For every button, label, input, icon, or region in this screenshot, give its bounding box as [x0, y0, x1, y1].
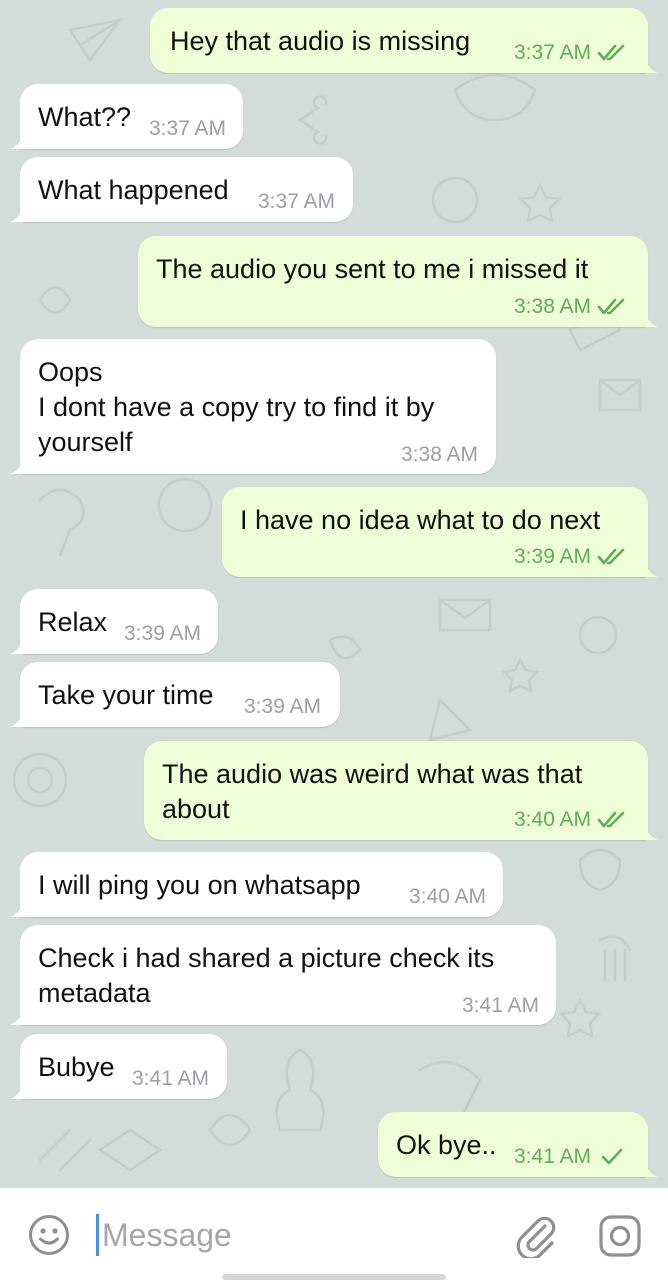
message-meta: 3:39 AM [124, 622, 201, 646]
text-cursor [96, 1214, 99, 1256]
message-text: Relax [38, 607, 108, 637]
message-time: 3:40 AM [514, 808, 592, 831]
incoming-message-bubble[interactable]: What happened 3:37 AM [10, 157, 353, 222]
bubble-tail [10, 638, 24, 654]
message-meta: 3:38 AM [401, 443, 478, 467]
message-meta: 3:37 AM [514, 41, 627, 65]
message-text: What?? [38, 102, 132, 132]
message-text: Bubye [38, 1052, 115, 1082]
outgoing-message-bubble[interactable]: Ok bye.. 3:41 AM [378, 1112, 658, 1177]
message-time: 3:39 AM [514, 545, 592, 568]
bubble-tail [10, 458, 24, 474]
message-text: What happened [38, 175, 229, 205]
message-text: Oops [38, 357, 103, 387]
message-input[interactable] [96, 1212, 482, 1258]
double-check-icon [597, 44, 625, 61]
message-text: The audio you sent to me i missed it [156, 254, 589, 284]
message-time: 3:37 AM [258, 190, 336, 213]
bubble-tail [10, 901, 24, 917]
check-icon [601, 1148, 623, 1165]
message-time: 3:41 AM [462, 994, 540, 1017]
outgoing-message-bubble[interactable]: The audio was weird what was that about 3:… [144, 741, 658, 840]
incoming-message-bubble[interactable]: I will ping you on whatsapp 3:40 AM [10, 852, 503, 917]
message-meta: 3:41 AM [462, 994, 539, 1018]
message-meta: 3:40 AM [514, 808, 627, 832]
message-time: 3:41 AM [132, 1067, 210, 1090]
message-text: yourself [38, 427, 133, 457]
message-time: 3:39 AM [244, 695, 322, 718]
bubble-tail [10, 206, 24, 222]
message-meta: 3:41 AM [132, 1067, 209, 1091]
outgoing-message-bubble[interactable]: The audio you sent to me i missed it 3:38… [138, 236, 658, 327]
message-time: 3:37 AM [514, 41, 592, 64]
bubble-tail [644, 824, 658, 840]
message-time: 3:37 AM [149, 117, 227, 140]
message-text: metadata [38, 978, 151, 1008]
message-meta: 3:37 AM [149, 117, 226, 141]
message-time: 3:38 AM [514, 295, 592, 318]
bubble-tail [644, 311, 658, 327]
message-text: I have no idea what to do next [240, 505, 601, 535]
message-meta: 3:41 AM [514, 1145, 627, 1169]
home-indicator [222, 1274, 446, 1280]
message-meta: 3:40 AM [409, 885, 486, 909]
incoming-message-bubble[interactable]: What?? 3:37 AM [10, 84, 243, 149]
message-text: I dont have a copy try to find it by [38, 392, 435, 422]
bubble-tail [10, 1009, 24, 1025]
bubble-tail [10, 711, 24, 727]
message-text: The audio was weird what was that [162, 759, 583, 789]
message-text: I will ping you on whatsapp [38, 870, 361, 900]
incoming-message-bubble[interactable]: Take your time 3:39 AM [10, 662, 340, 727]
bubble-tail [644, 561, 658, 577]
message-text: Hey that audio is missing [170, 26, 471, 56]
double-check-icon [597, 298, 625, 315]
smiley-icon[interactable] [28, 1214, 70, 1256]
message-text: about [162, 794, 230, 824]
message-time: 3:38 AM [401, 443, 479, 466]
chat-area[interactable]: Hey that audio is missing 3:37 AM What?? 3:… [0, 0, 668, 1188]
double-check-icon [597, 548, 625, 565]
double-check-icon [597, 811, 625, 828]
bubble-tail [644, 1161, 658, 1177]
message-meta: 3:39 AM [244, 695, 321, 719]
incoming-message-bubble[interactable]: Relax 3:39 AM [10, 589, 218, 654]
message-meta: 3:39 AM [514, 545, 627, 569]
message-time: 3:41 AM [514, 1145, 592, 1168]
camera-icon[interactable] [598, 1214, 642, 1258]
message-text: Check i had shared a picture check its [38, 943, 495, 973]
bubble-tail [644, 57, 658, 73]
incoming-message-bubble[interactable]: Oops I dont have a copy try to find it by… [10, 339, 496, 474]
message-meta: 3:37 AM [258, 190, 335, 214]
incoming-message-bubble[interactable]: Check i had shared a picture check its me… [10, 925, 556, 1025]
message-meta: 3:38 AM [514, 295, 627, 319]
message-text: Ok bye.. [396, 1130, 497, 1160]
incoming-message-bubble[interactable]: Bubye 3:41 AM [10, 1034, 227, 1099]
message-time: 3:39 AM [124, 622, 202, 645]
bubble-tail [10, 133, 24, 149]
message-text: Take your time [38, 680, 214, 710]
bubble-tail [10, 1083, 24, 1099]
outgoing-message-bubble[interactable]: I have no idea what to do next 3:39 AM [222, 487, 658, 577]
paperclip-icon[interactable] [512, 1212, 558, 1258]
message-time: 3:40 AM [409, 885, 487, 908]
outgoing-message-bubble[interactable]: Hey that audio is missing 3:37 AM [150, 8, 658, 73]
